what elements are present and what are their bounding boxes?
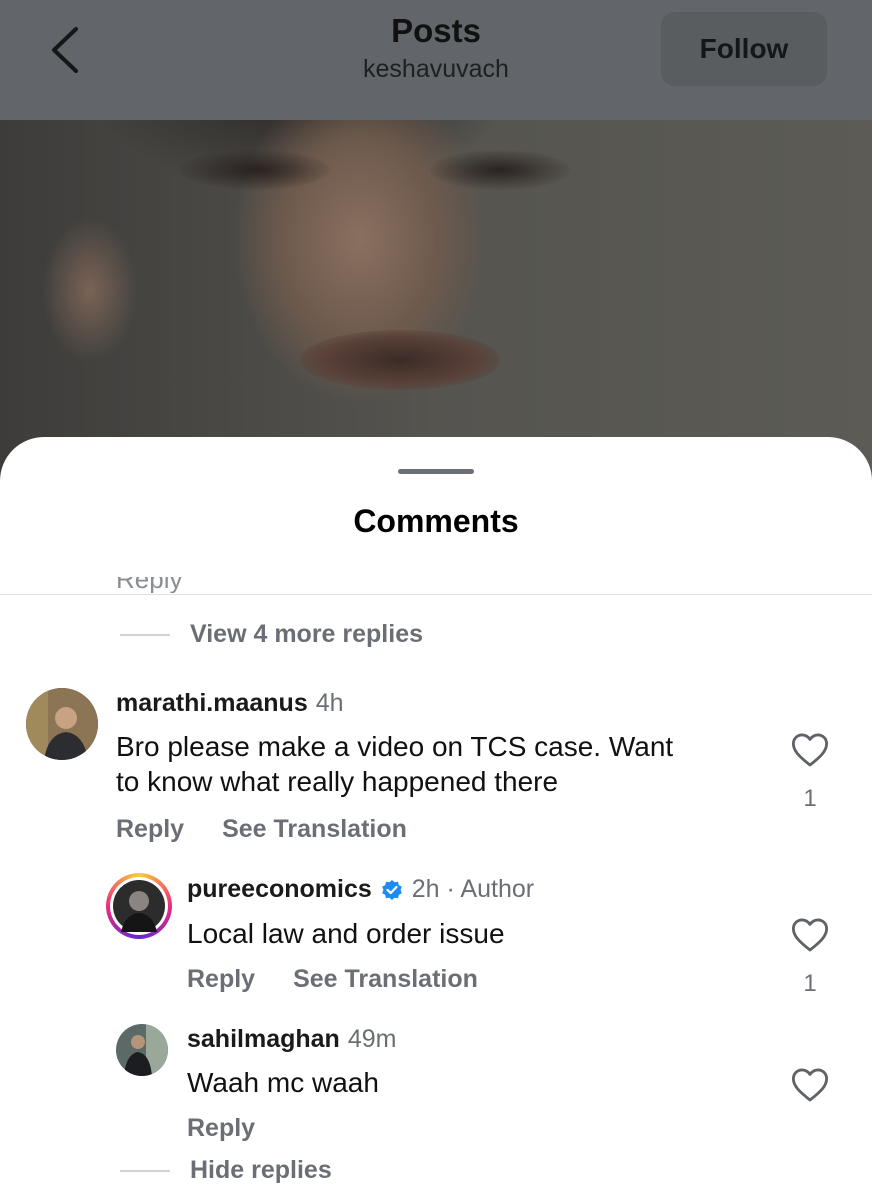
sheet-drag-handle[interactable]	[398, 469, 474, 474]
comment-actions: Reply	[187, 1114, 255, 1143]
comment-actions: Reply See Translation	[187, 965, 478, 994]
reply-button[interactable]: Reply	[116, 815, 184, 844]
comment-text-line: Bro please make a video on TCS case. Wan…	[116, 731, 674, 762]
see-translation-button[interactable]: See Translation	[222, 815, 407, 844]
view-more-replies-button[interactable]: View 4 more replies	[120, 620, 423, 649]
comment-actions: Reply See Translation	[116, 815, 407, 844]
header-divider	[0, 594, 872, 595]
heart-icon[interactable]	[791, 917, 829, 953]
header-titles: Posts keshavuvach	[236, 10, 636, 86]
face-detail	[180, 150, 330, 190]
reply-thread-line	[120, 1169, 170, 1172]
like-count: 1	[803, 785, 817, 812]
like-count: 1	[803, 970, 817, 997]
comment-header: pureeconomics 2h · Author	[187, 875, 534, 904]
clipped-reply-label: Reply	[116, 577, 183, 593]
follow-button[interactable]: Follow	[661, 12, 827, 86]
hide-replies-label: Hide replies	[190, 1156, 332, 1184]
avatar-image	[26, 688, 98, 760]
see-translation-button[interactable]: See Translation	[293, 965, 478, 994]
face-detail	[300, 330, 500, 390]
sheet-title: Comments	[353, 503, 519, 539]
back-button[interactable]	[40, 24, 90, 76]
comment-username[interactable]: pureeconomics	[187, 875, 372, 904]
avatar[interactable]	[116, 1024, 168, 1076]
comment-text-line: to know what really happened there	[116, 766, 559, 797]
comment-time: 2h · Author	[411, 875, 535, 903]
avatar-story-ring[interactable]	[106, 873, 172, 939]
reply-button[interactable]: Reply	[187, 965, 255, 994]
view-more-replies-label: View 4 more replies	[190, 620, 423, 648]
top-navigation-bar: Posts keshavuvach Follow	[0, 0, 872, 120]
account-username[interactable]: keshavuvach	[236, 52, 636, 86]
heart-icon[interactable]	[791, 732, 829, 768]
comment-text: Local law and order issue	[187, 918, 505, 949]
reply-button[interactable]: Reply	[187, 1114, 255, 1143]
page-title: Posts	[391, 12, 481, 49]
comment-username[interactable]: sahilmaghan	[187, 1025, 340, 1053]
chevron-left-icon	[52, 27, 78, 73]
hide-replies-button[interactable]: Hide replies	[120, 1156, 332, 1185]
avatar-image	[116, 1024, 168, 1076]
comment-header: sahilmaghan 49m	[187, 1025, 396, 1054]
face-detail	[430, 150, 570, 190]
comments-sheet: Comments Reply View 4 more replies marat…	[0, 437, 872, 1200]
heart-icon[interactable]	[791, 1067, 829, 1103]
reply-thread-line	[120, 633, 170, 636]
comment-time: 4h	[315, 689, 344, 717]
comment-time: 49m	[347, 1025, 397, 1053]
avatar-image	[113, 880, 165, 932]
avatar[interactable]	[26, 688, 98, 760]
verified-badge-icon	[381, 879, 402, 900]
comment-header: marathi.maanus 4h	[116, 689, 344, 718]
comment-text: Bro please make a video on TCS case. Wan…	[116, 729, 756, 799]
comment-text: Waah mc waah	[187, 1067, 379, 1098]
comment-username[interactable]: marathi.maanus	[116, 689, 308, 717]
